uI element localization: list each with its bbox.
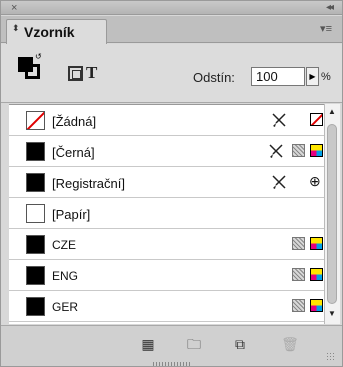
formatting-affects-text-icon[interactable]: T xyxy=(86,63,97,83)
swatch-name: CZE xyxy=(52,238,76,252)
swatch-row-none[interactable]: [Žádná] xyxy=(9,105,324,136)
swatch-none-icon xyxy=(26,111,45,130)
swatch-list: [Žádná] [Černá] [Registrační] ⊕ [Papír] … xyxy=(9,104,324,324)
cmyk-mode-icon xyxy=(310,268,323,281)
swatch-row-paper[interactable]: [Papír] xyxy=(9,198,324,229)
formatting-affects-container-icon[interactable] xyxy=(68,66,83,81)
swatch-list-scrollbar[interactable]: ▲ ▼ xyxy=(324,104,340,324)
swatch-controls: ↺ T Odstín: ▶ % xyxy=(1,44,342,103)
scroll-up-icon[interactable]: ▲ xyxy=(326,106,338,118)
panel-bottom-bar: ▦ 🗀 ⧉ 🗑 xyxy=(1,325,342,366)
swatch-ger-icon xyxy=(26,297,45,316)
close-icon[interactable]: × xyxy=(11,1,17,15)
cmyk-mode-icon xyxy=(310,144,323,157)
swatch-name: [Černá] xyxy=(52,145,95,160)
cmyk-mode-icon xyxy=(310,299,323,312)
swatch-name: GER xyxy=(52,300,79,314)
swatch-black-icon xyxy=(26,142,45,161)
cannot-edit-icon xyxy=(272,175,286,189)
swatch-eng-icon xyxy=(26,266,45,285)
tab-label: Vzorník xyxy=(24,24,75,40)
swatch-row-ger[interactable]: GER xyxy=(9,291,324,322)
swatch-row-black[interactable]: [Černá] xyxy=(9,136,324,167)
fill-stroke-widget[interactable]: ↺ xyxy=(18,52,44,80)
tab-swatches[interactable]: ⬍ Vzorník xyxy=(6,19,107,44)
cmyk-mode-icon xyxy=(310,237,323,250)
new-color-group-icon[interactable]: 🗀 xyxy=(184,335,204,353)
scroll-down-icon[interactable]: ▼ xyxy=(326,308,338,320)
panel-titlebar: × ◂◂ xyxy=(1,1,342,15)
tint-unit: % xyxy=(321,71,331,83)
tint-label: Odstín: xyxy=(193,70,235,85)
swap-fill-stroke-icon[interactable]: ↺ xyxy=(35,52,42,61)
scroll-thumb[interactable] xyxy=(327,124,337,304)
tint-input[interactable] xyxy=(251,67,305,86)
panel-menu-icon[interactable]: ▾≡ xyxy=(320,22,332,35)
tab-expand-icon[interactable]: ⬍ xyxy=(12,24,20,33)
swatch-name: [Žádná] xyxy=(52,114,97,129)
process-color-icon xyxy=(292,268,305,281)
swatch-name: ENG xyxy=(52,269,79,283)
tab-row: ⬍ Vzorník ▾≡ xyxy=(1,16,342,44)
swatch-registration-icon xyxy=(26,173,45,192)
tint-slider-arrow-icon[interactable]: ▶ xyxy=(306,67,319,86)
delete-swatch-icon[interactable]: 🗑 xyxy=(280,335,300,353)
swatch-name: [Papír] xyxy=(52,207,91,222)
registration-icon: ⊕ xyxy=(309,173,321,189)
cannot-edit-icon xyxy=(269,144,283,158)
show-swatch-kinds-icon[interactable]: ▦ xyxy=(138,335,158,353)
color-none-icon xyxy=(310,113,323,126)
swatch-row-registration[interactable]: [Registrační] ⊕ xyxy=(9,167,324,198)
process-color-icon xyxy=(292,237,305,250)
new-swatch-icon[interactable]: ⧉ xyxy=(230,335,250,353)
collapse-icon[interactable]: ◂◂ xyxy=(326,1,334,15)
process-color-icon xyxy=(292,144,305,157)
cannot-edit-icon xyxy=(272,113,286,127)
swatch-row-cze[interactable]: CZE xyxy=(9,229,324,260)
swatch-row-eng[interactable]: ENG xyxy=(9,260,324,291)
swatches-panel: × ◂◂ ⬍ Vzorník ▾≡ ↺ T Odstín: ▶ % [Žádná… xyxy=(0,0,343,367)
swatch-cze-icon xyxy=(26,235,45,254)
resize-corner-icon[interactable] xyxy=(326,352,336,362)
swatch-name: [Registrační] xyxy=(52,176,125,191)
panel-resize-grip[interactable] xyxy=(153,362,191,366)
swatch-paper-icon xyxy=(26,204,45,223)
fill-icon[interactable] xyxy=(18,57,33,72)
process-color-icon xyxy=(292,299,305,312)
